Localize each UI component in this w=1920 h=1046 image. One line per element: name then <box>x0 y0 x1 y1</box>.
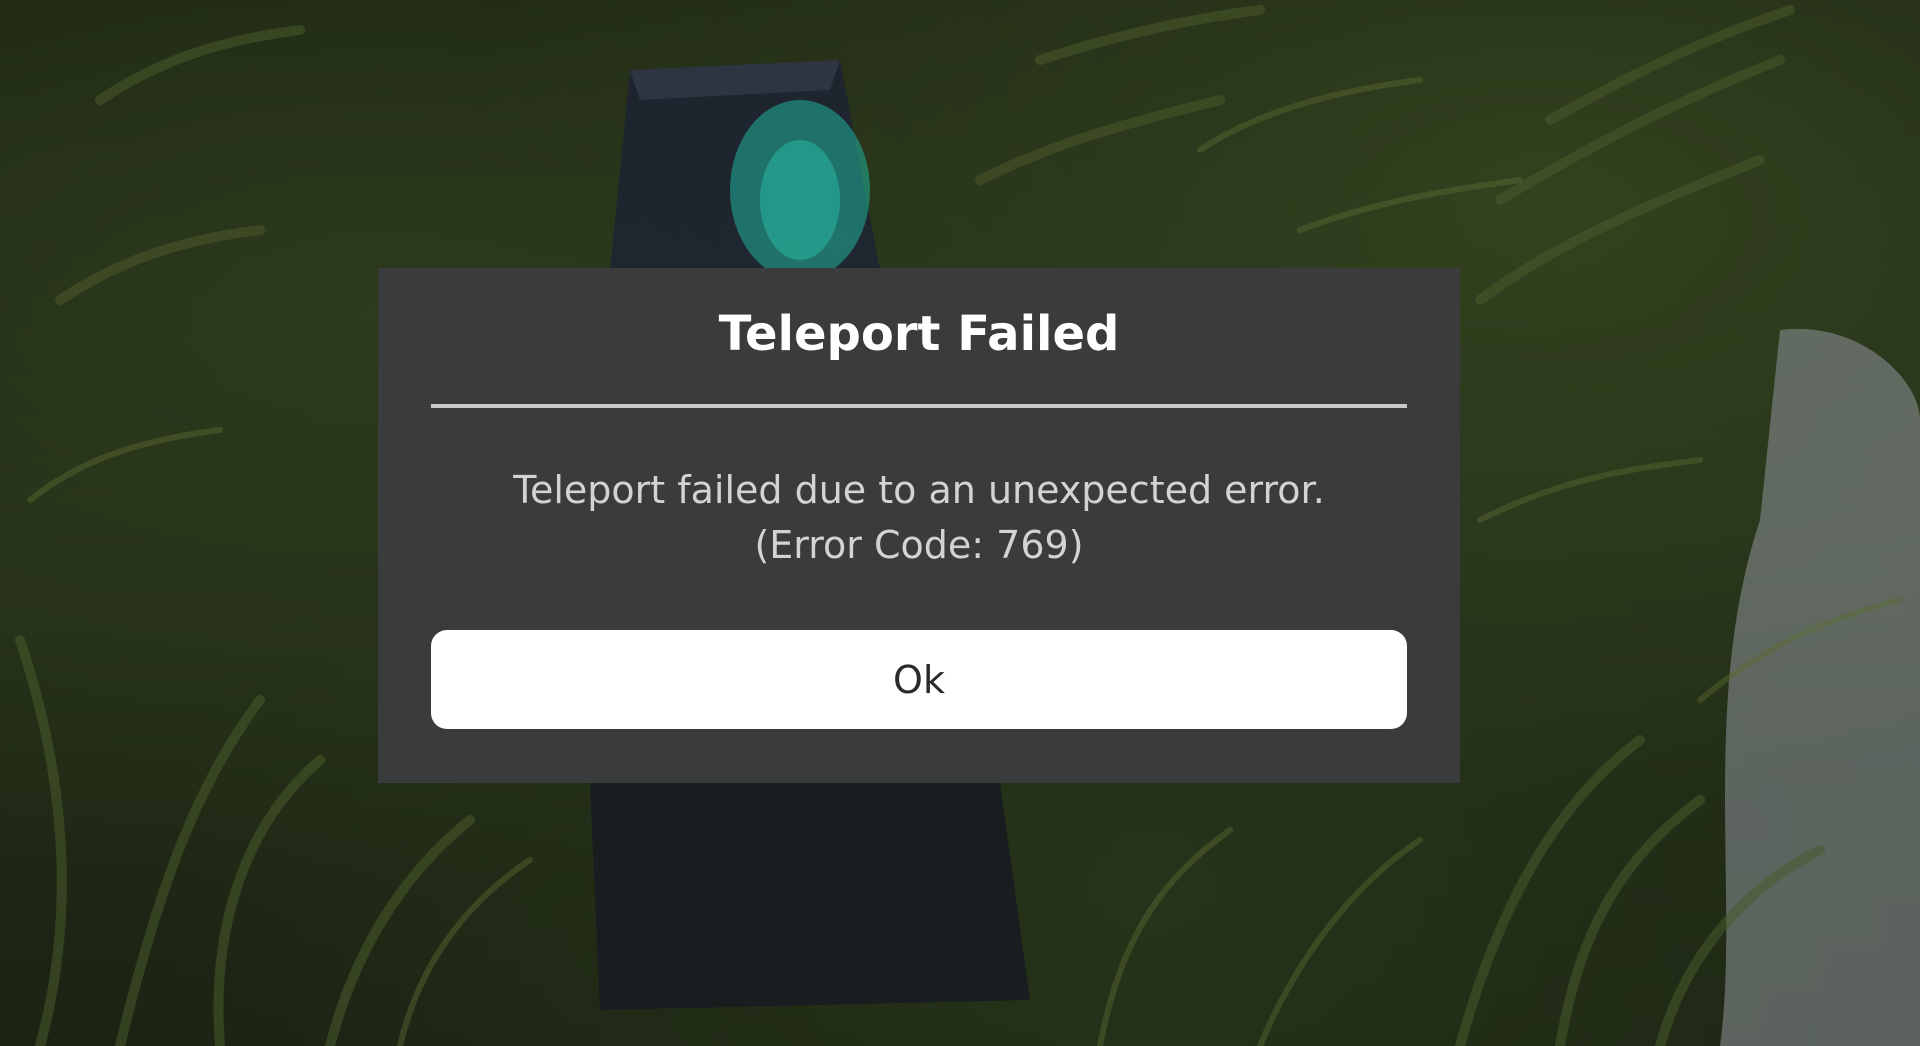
ok-button[interactable]: Ok <box>431 630 1407 729</box>
error-message-text: Teleport failed due to an unexpected err… <box>513 468 1325 512</box>
dialog-title: Teleport Failed <box>718 306 1120 362</box>
ok-button-label: Ok <box>893 657 945 702</box>
error-dialog: Teleport Failed Teleport failed due to a… <box>378 268 1460 783</box>
error-code-text: (Error Code: 769) <box>754 523 1084 567</box>
title-divider <box>431 404 1407 408</box>
error-message: Teleport failed due to an unexpected err… <box>418 463 1420 573</box>
